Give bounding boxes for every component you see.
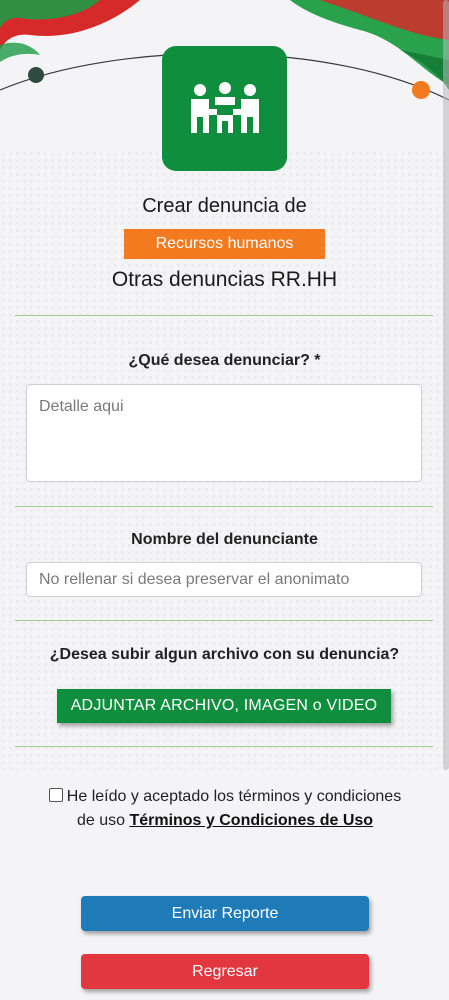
terms-checkbox[interactable]: [48, 788, 63, 802]
divider: [15, 620, 433, 621]
attach-file-button[interactable]: ADJUNTAR ARCHIVO, IMAGEN o VIDEO: [57, 689, 391, 723]
decor-dot-left: [28, 67, 44, 83]
name-input[interactable]: [26, 562, 422, 597]
divider: [15, 315, 433, 316]
back-button[interactable]: Regresar: [81, 954, 369, 989]
page-subtitle: Otras denuncias RR.HH: [111, 268, 338, 291]
page-title: Crear denuncia de: [142, 195, 307, 217]
app-logo: [162, 46, 287, 171]
decor-dot-right: [412, 81, 430, 99]
upload-question-label: ¿Desea subir algun archivo con su denunc…: [49, 646, 400, 663]
divider: [15, 506, 433, 507]
terms-block: He leído y aceptado los términos y condi…: [40, 785, 410, 833]
divider: [15, 746, 433, 747]
send-report-button[interactable]: Enviar Reporte: [81, 896, 369, 931]
question-label: ¿Qué desea denunciar? *: [128, 352, 321, 369]
terms-link[interactable]: Términos y Condiciones de Uso: [129, 812, 373, 829]
name-label: Nombre del denunciante: [131, 531, 318, 548]
people-group-icon: [190, 81, 259, 133]
detail-textarea[interactable]: [26, 384, 422, 482]
category-badge: Recursos humanos: [124, 229, 325, 259]
